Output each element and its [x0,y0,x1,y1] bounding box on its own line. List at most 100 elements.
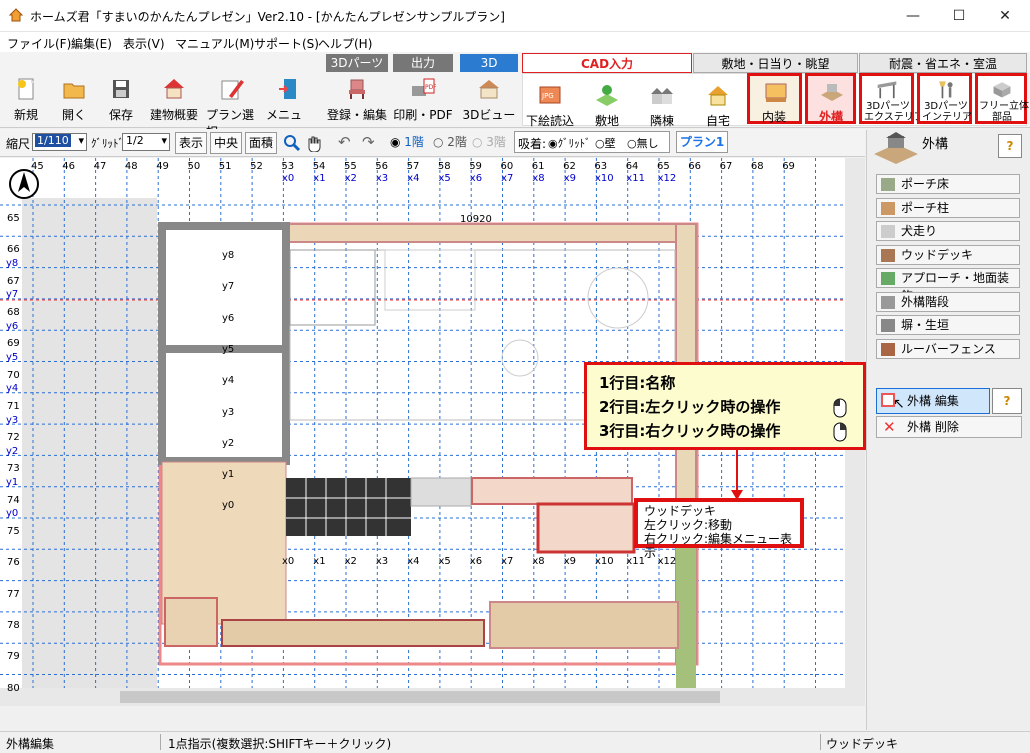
y-label: y6 [222,312,235,324]
close-button[interactable]: ✕ [982,0,1028,32]
snap-group: 吸着: ◉ｸﾞﾘｯﾄﾞ ○壁 ○無し [514,131,670,153]
y-label: y7 [222,281,235,293]
menu-file[interactable]: ファイル(F) [7,35,71,52]
menu-support[interactable]: サポート(S) [254,35,319,52]
ruler-x-tick: x5 [438,173,451,184]
pan-hand-icon[interactable] [305,134,323,152]
exterior-part-icon [881,319,895,332]
ruler-x-tick: x12 [657,173,677,184]
ruler-top-tick: 46 [62,161,76,172]
exterior-yard-icon [821,84,843,101]
undo-icon[interactable]: ↶ [338,133,351,151]
show-button[interactable]: 表示 [175,132,207,154]
menu-manual[interactable]: マニュアル(M) [175,35,254,52]
open-button[interactable]: 開く [56,76,92,123]
exterior-part-icon [881,248,895,262]
exit-door-icon [279,79,296,99]
y-label-left: y1 [6,477,19,489]
tab-seismic-energy[interactable]: 耐震・省エネ・室温 [859,53,1027,73]
exterior-delete-button[interactable]: ✕ 外構 削除 [876,416,1022,438]
exterior-edit-button[interactable]: ↖ 外構 編集 [876,388,990,414]
ruler-top-tick: 45 [31,161,44,172]
ruler-x-tick: x2 [344,173,357,184]
interior-tool-button[interactable]: 内装 [747,73,802,124]
status-divider [820,734,821,750]
ruler-top-tick: 66 [688,161,702,172]
floor1-radio[interactable]: ◉ 1階 [390,133,424,150]
tab-site-sun-view[interactable]: 敷地・日当り・眺望 [693,53,858,73]
ruler-x-tick: x11 [626,173,645,184]
register-edit-button[interactable]: 登録・編集 [326,76,388,123]
ruler-top-tick: 59 [469,161,482,172]
side-item-label: ウッドデッキ [901,247,974,262]
help-button[interactable]: ? [998,134,1022,158]
side-item-4[interactable]: ウッドデッキ [876,244,1020,265]
underlay-import-button[interactable]: JPG 下絵読込 [526,82,574,129]
ruler-top-tick: 67 [719,161,733,172]
y-label-left: y2 [6,445,19,457]
y-label-left: y6 [6,320,19,332]
side-item-1[interactable]: ポーチ床 [876,174,1020,194]
tab-cad-input[interactable]: CAD入力 [522,53,692,73]
legend-callout: 1行目:名称 2行目:左クリック時の操作 3行目:右クリック時の操作 [584,362,866,450]
side-item-6[interactable]: 外構階段 [876,291,1020,312]
parts3d-exterior-button[interactable]: 3Dパーツ エクステリア [859,73,924,124]
ruler-left-tick: 73 [7,463,20,475]
floor2-radio[interactable]: ○ 2階 [433,133,467,150]
neighbor-button[interactable]: 隣棟 [640,82,684,129]
side-item-7[interactable]: 塀・生垣 [876,315,1020,335]
side-item-3[interactable]: 犬走り [876,221,1020,241]
side-item-label: 塀・生垣 [901,318,950,332]
status-object: ウッドデッキ [826,737,899,751]
ruler-top-tick: 53 [281,161,295,172]
ruler-top-tick: 47 [93,161,107,172]
y-label-left: y5 [6,351,19,363]
grid-select[interactable]: 1/2 ▾ [122,133,170,151]
new-button[interactable]: 新規 [8,76,44,123]
plan-pencil-icon [221,80,244,100]
center-button[interactable]: 中央 [210,132,242,154]
area-button[interactable]: 面積 [245,132,277,154]
maximize-button[interactable]: ☐ [936,0,982,32]
status-divider [160,734,161,750]
ruler-top-tick: 51 [218,161,232,172]
free-3d-parts-button[interactable]: フリー立体 部品 [975,73,1029,124]
plan1-tab[interactable]: プラン1 [676,131,728,153]
zoom-icon[interactable] [283,134,301,152]
callout-line1: 1行目:名称 [599,374,676,392]
snap-grid-radio[interactable]: ◉ｸﾞﾘｯﾄﾞ [548,135,591,151]
plan-x-tick: x9 [563,556,576,567]
snap-none-radio[interactable]: ○無し [627,135,659,151]
snap-wall-radio[interactable]: ○壁 [595,135,616,151]
menu-help[interactable]: ヘルプ(H) [318,35,372,52]
menu-edit[interactable]: 編集(E) [71,35,112,52]
y-label: y8 [222,250,235,261]
house-3d-icon [479,80,499,99]
scale-select[interactable]: 1/110 ▾ [32,133,87,151]
jpg-image-icon: JPG [539,86,561,104]
own-house-button[interactable]: 自宅 [696,82,740,129]
side-item-8[interactable]: ルーバーフェンス [876,338,1020,359]
print-pdf-button[interactable]: PDF 印刷・PDF [393,76,453,123]
exterior-tool-button[interactable]: 外構 [805,73,856,124]
side-item-5[interactable]: アプローチ・地面装飾 [876,268,1020,303]
side-panel-title: 外構 [922,137,949,152]
floor3-radio[interactable]: ○ 3階 [472,133,506,150]
y-label: y5 [222,343,235,355]
plan-x-tick: x0 [282,556,295,567]
edit-help-button[interactable]: ? [992,388,1022,414]
site-button[interactable]: 敷地 [585,82,629,129]
save-button[interactable]: 保存 [103,76,139,123]
building-overview-button[interactable]: 建物概要 [148,76,200,123]
view3d-button[interactable]: 3Dビュー [460,76,518,123]
redo-icon[interactable]: ↷ [362,133,375,151]
y-label-left: y7 [6,289,19,301]
y-label: y0 [222,500,235,512]
parts3d-interior-button[interactable]: 3Dパーツ インテリア [917,73,972,124]
menu-view[interactable]: 表示(V) [123,35,165,52]
minimize-button[interactable]: — [890,0,936,32]
side-item-2[interactable]: ポーチ柱 [876,197,1020,218]
own-house-icon [708,86,728,106]
ruler-x-tick: x0 [282,173,295,184]
folder-icon [63,83,85,99]
